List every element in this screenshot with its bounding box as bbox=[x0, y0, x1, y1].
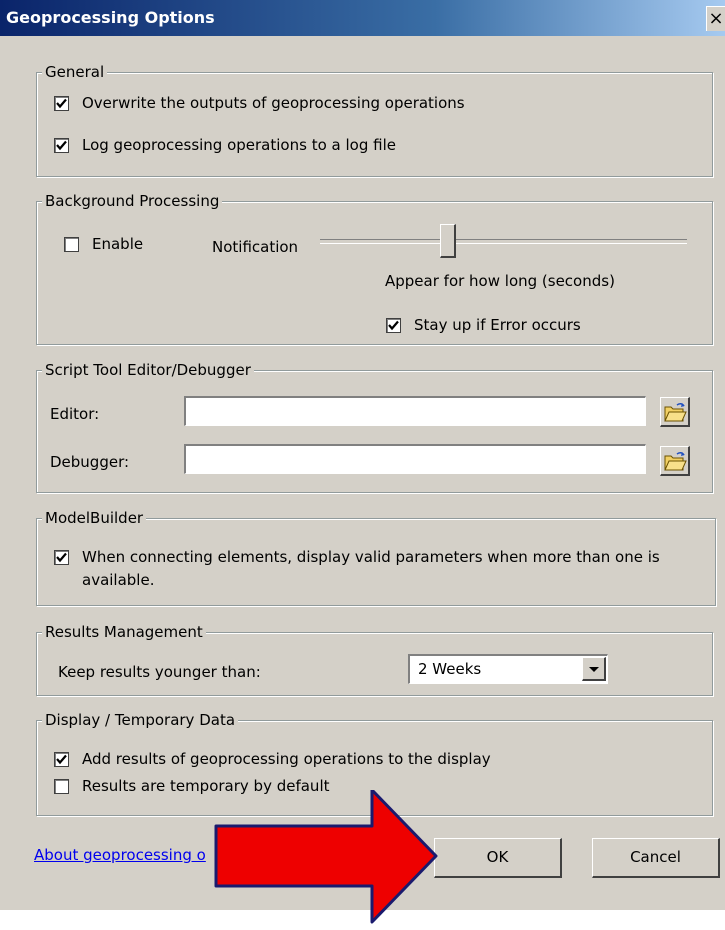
folder-open-icon bbox=[664, 451, 687, 471]
geoprocessing-options-dialog: Geoprocessing Options × General Overwrit… bbox=[0, 0, 725, 924]
editor-browse-button[interactable] bbox=[660, 397, 690, 427]
temporary-results-checkbox[interactable] bbox=[54, 779, 69, 794]
close-icon[interactable]: × bbox=[706, 6, 725, 31]
keep-results-value: 2 Weeks bbox=[418, 660, 482, 678]
about-geoprocessing-link[interactable]: About geoprocessing o bbox=[34, 846, 206, 864]
log-to-file-checkbox[interactable] bbox=[54, 138, 69, 153]
results-management-title: Results Management bbox=[42, 623, 206, 641]
add-results-label: Add results of geoprocessing operations … bbox=[82, 750, 491, 768]
script-editor-group: Script Tool Editor/Debugger bbox=[36, 361, 713, 493]
valid-parameters-checkbox[interactable] bbox=[54, 550, 69, 565]
dropdown-arrow-icon[interactable] bbox=[582, 657, 606, 681]
valid-parameters-label-line1: When connecting elements, display valid … bbox=[82, 548, 660, 566]
keep-results-select[interactable]: 2 Weeks bbox=[408, 654, 608, 684]
general-group: General bbox=[36, 63, 713, 177]
stay-up-on-error-checkbox[interactable] bbox=[386, 318, 401, 333]
debugger-path-input[interactable] bbox=[184, 444, 646, 474]
valid-parameters-label-line2: available. bbox=[82, 571, 155, 589]
annotation-arrow bbox=[214, 790, 438, 924]
enable-background-checkbox[interactable] bbox=[64, 237, 79, 252]
check-icon bbox=[388, 320, 399, 331]
folder-open-icon bbox=[664, 402, 687, 422]
appear-duration-label: Appear for how long (seconds) bbox=[385, 272, 615, 290]
check-icon bbox=[56, 98, 67, 109]
cancel-button[interactable]: Cancel bbox=[592, 838, 720, 878]
notification-slider-thumb[interactable] bbox=[440, 224, 457, 258]
add-results-checkbox[interactable] bbox=[54, 752, 69, 767]
overwrite-outputs-checkbox[interactable] bbox=[54, 96, 69, 111]
check-icon bbox=[56, 552, 67, 563]
overwrite-outputs-label: Overwrite the outputs of geoprocessing o… bbox=[82, 94, 465, 112]
modelbuilder-title: ModelBuilder bbox=[42, 509, 147, 527]
enable-background-label: Enable bbox=[92, 235, 144, 253]
debugger-label: Debugger: bbox=[50, 453, 130, 471]
notification-slider-track bbox=[320, 239, 687, 244]
background-processing-title: Background Processing bbox=[42, 192, 223, 210]
title-bar: Geoprocessing Options × bbox=[0, 0, 725, 36]
editor-label: Editor: bbox=[50, 405, 100, 423]
stay-up-on-error-label: Stay up if Error occurs bbox=[414, 316, 581, 334]
check-icon bbox=[56, 140, 67, 151]
debugger-browse-button[interactable] bbox=[660, 446, 690, 476]
editor-path-input[interactable] bbox=[184, 396, 646, 426]
general-group-title: General bbox=[42, 63, 108, 81]
notification-label: Notification bbox=[212, 238, 299, 256]
keep-results-label: Keep results younger than: bbox=[58, 663, 261, 681]
log-to-file-label: Log geoprocessing operations to a log fi… bbox=[82, 136, 396, 154]
ok-button[interactable]: OK bbox=[434, 838, 562, 878]
script-editor-title: Script Tool Editor/Debugger bbox=[42, 361, 254, 379]
display-temporary-title: Display / Temporary Data bbox=[42, 711, 239, 729]
check-icon bbox=[56, 754, 67, 765]
window-title: Geoprocessing Options bbox=[6, 8, 215, 27]
